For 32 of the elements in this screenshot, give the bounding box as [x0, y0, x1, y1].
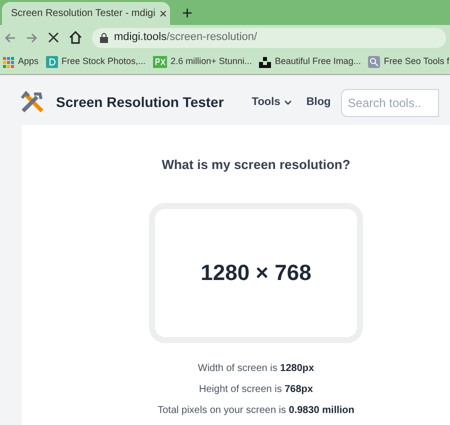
- bookmark-link[interactable]: Free Seo Tools f: [384, 55, 450, 69]
- nav-link[interactable]: Blog: [306, 94, 331, 111]
- fact-text: Total pixels on your screen is 0.9830 million: [158, 404, 354, 418]
- resolution-value: 1280 × 768: [200, 259, 312, 287]
- tab-title: Screen Resolution Tester - mdigi: [11, 7, 156, 21]
- close-tab-button[interactable]: ×: [159, 4, 167, 24]
- home-icon[interactable]: [69, 31, 82, 44]
- forward-arrow-icon[interactable]: [26, 32, 38, 44]
- heading: What is my screen resolution?: [162, 156, 350, 174]
- site-title[interactable]: Screen Resolution Tester: [56, 92, 224, 113]
- chevron-down-icon: [284, 100, 292, 105]
- address-bar[interactable]: mdigi.tools/screen-resolution/: [92, 28, 446, 48]
- bookmark-link[interactable]: Apps: [18, 55, 39, 69]
- nav-link[interactable]: Tools: [252, 94, 292, 111]
- search-field[interactable]: Search tools..: [340, 88, 439, 116]
- d-tile-icon: [46, 56, 58, 68]
- hammer-wrench-logo-icon: [20, 90, 44, 114]
- grid-icon: [3, 56, 14, 68]
- fact-text: Width of screen is 1280px: [198, 362, 314, 376]
- bookmark-link[interactable]: Beautiful Free Imag...: [274, 55, 361, 69]
- url-text: mdigi.tools/screen-resolution/: [114, 30, 258, 46]
- back-arrow-icon[interactable]: [4, 32, 16, 44]
- block-icon: [258, 56, 271, 68]
- bookmark-link[interactable]: Free Stock Photos,...: [62, 55, 146, 69]
- fact-text: Height of screen is 768px: [199, 382, 313, 396]
- browser-tab[interactable]: Screen Resolution Tester - mdigi ×: [2, 2, 170, 25]
- lock-icon: [100, 32, 108, 42]
- magnifier-tile-icon: [368, 56, 380, 68]
- px-tile-icon: [152, 56, 167, 68]
- close-icon[interactable]: [48, 32, 59, 43]
- bookmark-link[interactable]: 2.6 million+ Stunni...: [170, 55, 252, 69]
- new-tab-button[interactable]: +: [182, 4, 193, 22]
